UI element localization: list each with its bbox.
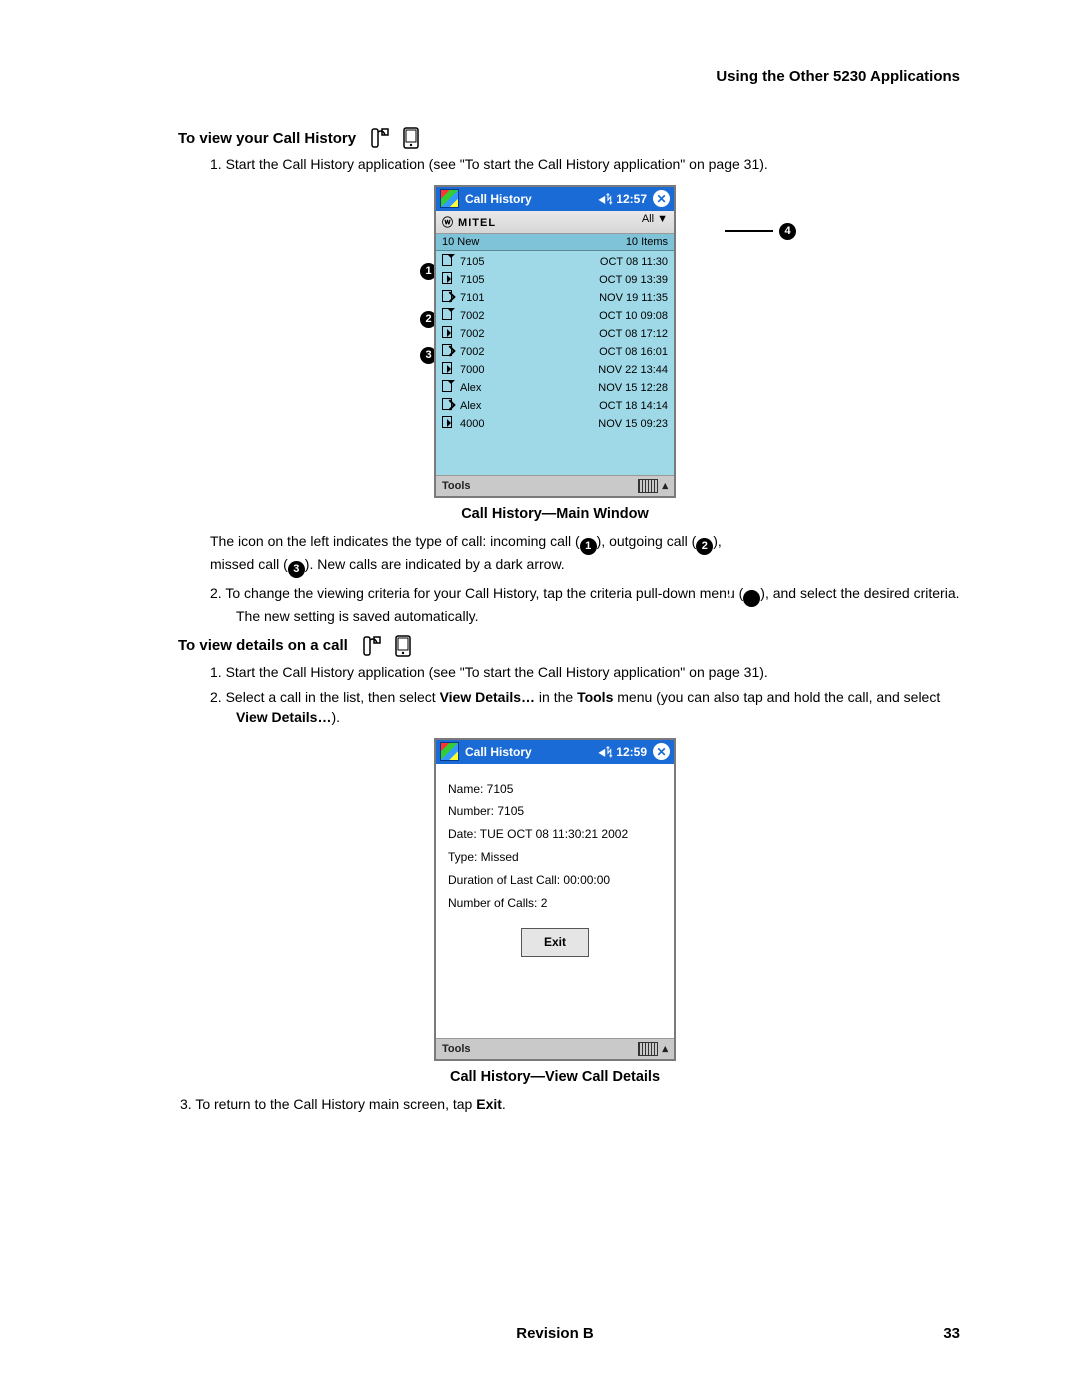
pda-title: Call History [465, 745, 532, 759]
section-title: To view your Call History [178, 130, 356, 147]
out-call-icon [442, 326, 456, 338]
items-count: 10 Items [626, 236, 668, 248]
handset-icon [362, 635, 388, 657]
filter-dropdown[interactable]: All ▼ [642, 213, 668, 225]
pda-time: ◀ᛪ 12:57 [599, 192, 647, 206]
figure-caption: Call History—View Call Details [150, 1069, 960, 1085]
windows-flag-icon [440, 189, 459, 208]
out-call-icon [442, 416, 456, 428]
section-view-call-history: To view your Call History [178, 127, 960, 149]
call-datetime: OCT 08 16:01 [599, 344, 668, 360]
handset-icon [370, 127, 396, 149]
step-text: Start the Call History application (see … [210, 155, 960, 175]
page-number: 33 [943, 1325, 960, 1342]
step-text: To return to the Call History main scree… [180, 1095, 960, 1115]
brand-label: ⓦ MITEL [442, 214, 496, 230]
call-number: 7101 [460, 290, 515, 306]
out-call-icon [442, 272, 456, 284]
call-number: Alex [460, 398, 515, 414]
up-arrow-icon[interactable]: ▴ [662, 479, 668, 492]
page-header: Using the Other 5230 Applications [150, 68, 960, 85]
brand-bar: ⓦ MITEL All ▼ [436, 211, 674, 234]
call-number: 7105 [460, 272, 515, 288]
detail-duration: Duration of Last Call: 00:00:00 [448, 869, 662, 892]
exit-button[interactable]: Exit [521, 928, 589, 957]
pda-icon [394, 635, 412, 657]
step-text: To change the viewing criteria for your … [210, 584, 960, 627]
call-number: 7105 [460, 254, 515, 270]
detail-calls: Number of Calls: 2 [448, 892, 662, 915]
pda-call-history-main: Call History ◀ᛪ 12:57 ✕ ⓦ MITEL All ▼ 10… [434, 185, 676, 498]
section-view-details: To view details on a call [178, 635, 960, 657]
pda-title: Call History [465, 192, 532, 206]
call-datetime: OCT 08 17:12 [599, 326, 668, 342]
callout-4: 4 [725, 223, 796, 240]
figure-caption: Call History—Main Window [150, 506, 960, 522]
call-datetime: OCT 18 14:14 [599, 398, 668, 414]
out-call-icon [442, 362, 456, 374]
section-title: To view details on a call [178, 637, 348, 654]
call-number: Alex [460, 380, 515, 396]
miss-call-icon [442, 290, 456, 302]
tools-menu[interactable]: Tools [442, 480, 471, 492]
keyboard-icon[interactable] [638, 1042, 658, 1056]
miss-call-icon [442, 398, 456, 410]
call-number: 4000 [460, 416, 515, 432]
detail-body: Name: 7105 Number: 7105 Date: TUE OCT 08… [436, 764, 674, 1038]
call-row[interactable]: 7002 OCT 08 16:01 [436, 343, 674, 361]
call-datetime: NOV 15 09:23 [598, 416, 668, 432]
keyboard-icon[interactable] [638, 479, 658, 493]
call-row[interactable]: 7101 NOV 19 11:35 [436, 289, 674, 307]
pda-icon [402, 127, 420, 149]
step-text: Select a call in the list, then select V… [210, 688, 960, 727]
tools-menu[interactable]: Tools [442, 1043, 471, 1055]
pda-titlebar: Call History ◀ᛪ 12:59 ✕ [436, 740, 674, 764]
call-row[interactable]: Alex NOV 15 12:28 [436, 379, 674, 397]
call-row[interactable]: 7105 OCT 08 11:30 [436, 253, 674, 271]
call-datetime: NOV 15 12:28 [598, 380, 668, 396]
pda-time: ◀ᛪ 12:59 [599, 745, 647, 759]
call-list: 7105 OCT 08 11:30 7105 OCT 09 13:39 7101 NOV … [436, 251, 674, 475]
detail-name: Name: 7105 [448, 778, 662, 801]
in-call-icon [442, 380, 456, 392]
call-datetime: OCT 09 13:39 [599, 272, 668, 288]
icon-explanation: The icon on the left indicates the type … [210, 532, 960, 578]
call-datetime: OCT 10 09:08 [599, 308, 668, 324]
call-number: 7002 [460, 326, 515, 342]
detail-number: Number: 7105 [448, 800, 662, 823]
page-footer: Revision B 33 [150, 1325, 960, 1342]
pda-toolbar: Tools ▴ [436, 475, 674, 496]
call-datetime: OCT 08 11:30 [600, 254, 668, 270]
call-datetime: NOV 22 13:44 [598, 362, 668, 378]
count-bar: 10 New 10 Items [436, 234, 674, 251]
pda-titlebar: Call History ◀ᛪ 12:57 ✕ [436, 187, 674, 211]
call-number: 7000 [460, 362, 515, 378]
call-row[interactable]: 7002 OCT 08 17:12 [436, 325, 674, 343]
miss-call-icon [442, 344, 456, 356]
in-call-icon [442, 254, 456, 266]
up-arrow-icon[interactable]: ▴ [662, 1042, 668, 1055]
call-datetime: NOV 19 11:35 [599, 290, 668, 306]
call-row[interactable]: 7105 OCT 09 13:39 [436, 271, 674, 289]
call-row[interactable]: Alex OCT 18 14:14 [436, 397, 674, 415]
call-number: 7002 [460, 344, 515, 360]
call-row[interactable]: 7000 NOV 22 13:44 [436, 361, 674, 379]
new-count: 10 New [442, 236, 479, 248]
windows-flag-icon [440, 742, 459, 761]
revision-label: Revision B [516, 1325, 594, 1342]
call-number: 7002 [460, 308, 515, 324]
call-row[interactable]: 4000 NOV 15 09:23 [436, 415, 674, 433]
in-call-icon [442, 308, 456, 320]
call-row[interactable]: 7002 OCT 10 09:08 [436, 307, 674, 325]
pda-toolbar: Tools ▴ [436, 1038, 674, 1059]
close-icon[interactable]: ✕ [653, 743, 670, 760]
pda-call-details: Call History ◀ᛪ 12:59 ✕ Name: 7105 Numbe… [434, 738, 676, 1061]
detail-date: Date: TUE OCT 08 11:30:21 2002 [448, 823, 662, 846]
step-text: Start the Call History application (see … [210, 663, 960, 683]
detail-type: Type: Missed [448, 846, 662, 869]
close-icon[interactable]: ✕ [653, 190, 670, 207]
